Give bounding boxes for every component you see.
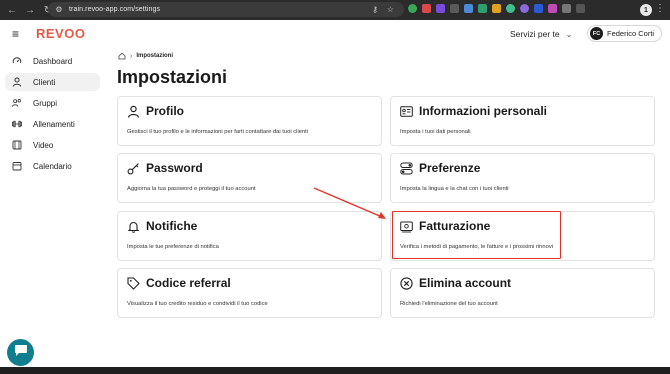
card-description: Aggiorna la tua password e proteggi il t… xyxy=(127,186,256,192)
services-dropdown[interactable]: Servizi per te ⌄ xyxy=(510,29,572,39)
app-page: ≡ REVOO Servizi per te ⌄ FC Federico Cor… xyxy=(0,20,670,367)
browser-profile-avatar[interactable]: 1 xyxy=(640,4,652,16)
extension-icon[interactable] xyxy=(492,4,501,13)
sidebar-item-label: Dashboard xyxy=(33,56,73,66)
breadcrumb-current: Impostazioni xyxy=(136,53,174,59)
sidebar-item-label: Calendario xyxy=(33,161,72,171)
card-preferenze[interactable]: Preferenze Imposta la lingua e la chat c… xyxy=(390,153,655,203)
card-description: Imposta le tue preferenze di notifica xyxy=(127,244,219,250)
sidebar-item-calendario[interactable]: Calendario xyxy=(5,157,100,175)
chat-bubble-icon xyxy=(14,344,28,362)
key-icon xyxy=(127,162,140,175)
password-key-icon[interactable]: ⚷ xyxy=(372,5,378,14)
card-notifiche[interactable]: Notifiche Imposta le tue preferenze di n… xyxy=(117,211,382,261)
chevron-down-icon: ⌄ xyxy=(565,29,573,39)
brand-logo[interactable]: REVOO xyxy=(36,26,85,41)
sidebar-item-label: Video xyxy=(33,140,54,150)
sidebar-item-label: Clienti xyxy=(33,77,56,87)
kebab-menu-icon[interactable]: ⋮ xyxy=(655,3,665,14)
card-title: Informazioni personali xyxy=(419,104,548,118)
group-icon xyxy=(12,98,22,108)
address-bar[interactable]: ⚙ train.revoo-app.com/settings ⚷ ☆ xyxy=(48,2,404,17)
bookmark-star-icon[interactable]: ☆ xyxy=(387,5,394,14)
card-title: Fatturazione xyxy=(419,219,491,233)
dumbbell-icon xyxy=(12,119,22,129)
sidebar-item-label: Gruppi xyxy=(33,98,58,108)
home-icon[interactable] xyxy=(118,52,126,60)
services-label: Servizi per te xyxy=(510,29,560,39)
extension-icon[interactable] xyxy=(506,4,515,13)
extension-icon[interactable] xyxy=(422,4,431,13)
card-informazioni-personali[interactable]: Informazioni personali Imposta i tuoi da… xyxy=(390,96,655,146)
bell-icon xyxy=(127,220,140,233)
card-description: Imposta la lingua e la chat con i tuoi c… xyxy=(400,186,509,192)
extension-icon[interactable] xyxy=(562,4,571,13)
card-title: Codice referral xyxy=(146,276,231,290)
card-title: Password xyxy=(146,161,203,175)
user-name: Federico Corti xyxy=(607,29,655,38)
extensions-bar xyxy=(408,4,585,13)
card-title: Elimina account xyxy=(419,276,512,290)
calendar-icon xyxy=(12,161,22,171)
film-icon xyxy=(12,140,22,150)
extension-icon[interactable] xyxy=(436,4,445,13)
extension-icon[interactable] xyxy=(478,4,487,13)
sidebar-item-video[interactable]: Video xyxy=(5,136,100,154)
extension-icon[interactable] xyxy=(450,4,459,13)
extension-icon[interactable] xyxy=(408,4,417,13)
toggles-icon xyxy=(400,162,413,175)
billing-icon xyxy=(400,220,413,233)
card-description: Imposta i tuoi dati personali xyxy=(400,129,471,135)
extension-icon[interactable] xyxy=(534,4,543,13)
card-description: Visualizza il tuo credito residuo e cond… xyxy=(127,301,268,307)
sidebar-item-label: Allenamenti xyxy=(33,119,75,129)
chevron-right-icon: › xyxy=(130,52,133,60)
sidebar-item-clienti[interactable]: Clienti xyxy=(5,73,100,91)
user-icon xyxy=(12,77,22,87)
url-text: train.revoo-app.com/settings xyxy=(69,6,161,13)
card-elimina-account[interactable]: Elimina account Richiedi l'eliminazione … xyxy=(390,268,655,318)
site-info-icon[interactable]: ⚙ xyxy=(55,5,63,14)
back-icon[interactable]: ← xyxy=(5,3,19,17)
card-password[interactable]: Password Aggiorna la tua password e prot… xyxy=(117,153,382,203)
user-icon xyxy=(127,105,140,118)
page-title: Impostazioni xyxy=(117,67,228,87)
avatar: FC xyxy=(590,27,603,40)
extension-icon[interactable] xyxy=(576,4,585,13)
card-fatturazione[interactable]: Fatturazione Verifica i metodi di pagame… xyxy=(390,211,655,261)
extension-icon[interactable] xyxy=(548,4,557,13)
x-circle-icon xyxy=(400,277,413,290)
id-card-icon xyxy=(400,105,413,118)
card-title: Preferenze xyxy=(419,161,481,175)
sidebar-item-dashboard[interactable]: Dashboard xyxy=(5,52,100,70)
speedometer-icon xyxy=(12,56,22,66)
extension-icon[interactable] xyxy=(464,4,473,13)
card-description: Gestisci il tuo profilo e le informazion… xyxy=(127,129,309,135)
chat-launcher-button[interactable] xyxy=(7,339,34,366)
card-description: Richiedi l'eliminazione del tuo account xyxy=(400,301,498,307)
hamburger-menu-icon[interactable]: ≡ xyxy=(12,28,24,40)
card-title: Profilo xyxy=(146,104,184,118)
browser-toolbar: ← → ↻ ⚙ train.revoo-app.com/settings ⚷ ☆… xyxy=(0,0,670,20)
card-title: Notifiche xyxy=(146,219,198,233)
forward-icon[interactable]: → xyxy=(23,3,37,17)
extension-icon[interactable] xyxy=(520,4,529,13)
breadcrumb: › Impostazioni xyxy=(118,52,173,60)
sidebar-item-gruppi[interactable]: Gruppi xyxy=(5,94,100,112)
card-description: Verifica i metodi di pagamento, le fattu… xyxy=(400,244,554,250)
tag-icon xyxy=(127,277,140,290)
window-bottom-edge xyxy=(0,367,670,374)
card-codice-referral[interactable]: Codice referral Visualizza il tuo credit… xyxy=(117,268,382,318)
card-profilo[interactable]: Profilo Gestisci il tuo profilo e le inf… xyxy=(117,96,382,146)
sidebar-item-allenamenti[interactable]: Allenamenti xyxy=(5,115,100,133)
user-menu-button[interactable]: FC Federico Corti xyxy=(587,25,662,42)
